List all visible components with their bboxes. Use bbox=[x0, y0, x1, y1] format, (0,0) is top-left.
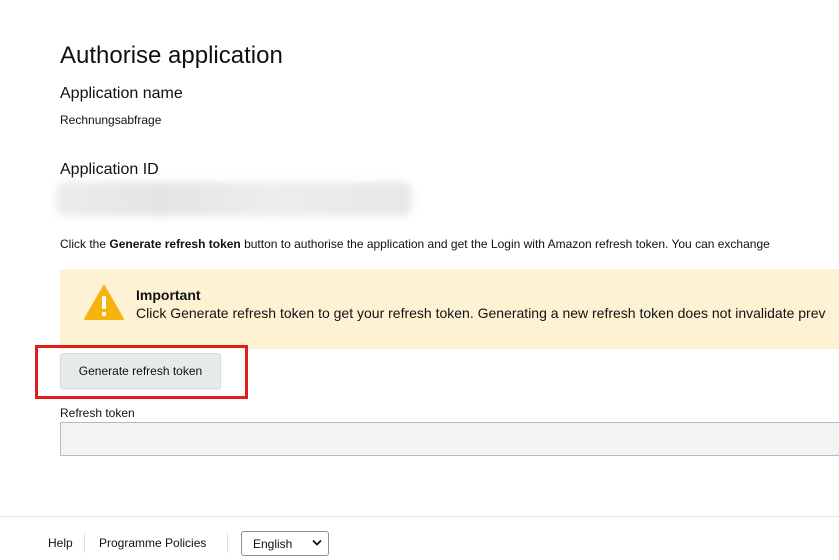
help-link[interactable]: Help bbox=[48, 536, 73, 550]
footer-divider bbox=[84, 533, 85, 553]
important-alert: Important Click Generate refresh token t… bbox=[60, 269, 839, 349]
application-name-label: Application name bbox=[60, 85, 183, 102]
programme-policies-link[interactable]: Programme Policies bbox=[99, 536, 206, 550]
highlight-annotation-box bbox=[35, 345, 248, 399]
instruction-bold: Generate refresh token bbox=[109, 237, 241, 251]
warning-icon bbox=[84, 285, 124, 320]
chevron-down-icon bbox=[312, 539, 322, 546]
alert-title: Important bbox=[136, 287, 201, 303]
refresh-token-label: Refresh token bbox=[60, 406, 135, 420]
instruction-text: Click the Generate refresh token button … bbox=[60, 237, 770, 251]
application-id-label: Application ID bbox=[60, 161, 159, 178]
footer: Help Programme Policies English bbox=[0, 516, 839, 560]
language-selected-value: English bbox=[253, 537, 293, 551]
authorise-application-page: Authorise application Application name R… bbox=[0, 0, 839, 560]
instruction-suffix: button to authorise the application and … bbox=[240, 237, 770, 251]
application-name-value: Rechnungsabfrage bbox=[60, 113, 162, 127]
instruction-prefix: Click the bbox=[60, 237, 110, 251]
refresh-token-field[interactable] bbox=[60, 422, 839, 456]
application-id-redacted bbox=[56, 182, 412, 216]
alert-text: Click Generate refresh token to get your… bbox=[136, 305, 826, 321]
footer-divider bbox=[227, 533, 228, 553]
page-title: Authorise application bbox=[60, 42, 283, 69]
language-select[interactable]: English bbox=[241, 531, 329, 556]
